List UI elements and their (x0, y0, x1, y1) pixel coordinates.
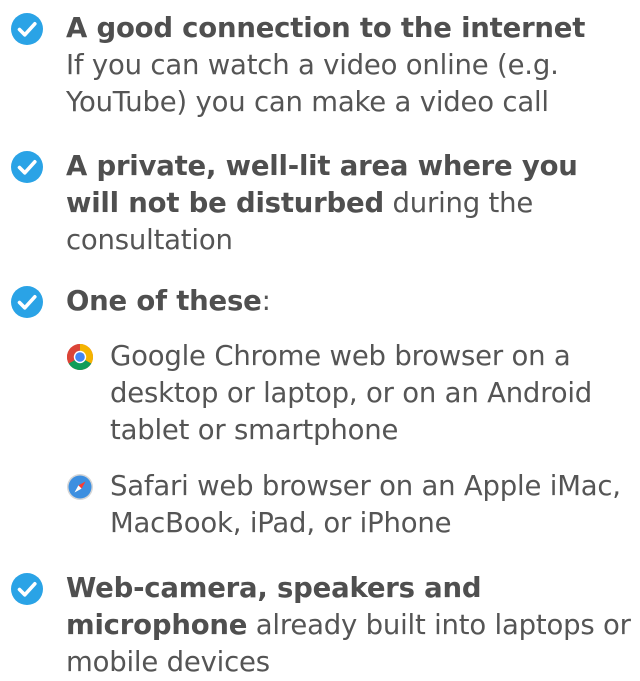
requirement-text: Web-camera, speakers and microphone alre… (66, 570, 638, 681)
checkmark-circle-icon (10, 285, 44, 319)
requirement-text: A private, well-lit area where you will … (66, 148, 638, 259)
requirement-detail: If you can watch a video online (e.g. Yo… (66, 49, 559, 118)
chrome-icon (66, 343, 94, 371)
safari-icon (66, 473, 94, 501)
checkmark-circle-icon (10, 572, 44, 606)
requirement-text: A good connection to the internet If you… (66, 10, 638, 121)
requirement-heading: One of these (66, 285, 262, 317)
browser-option-text: Google Chrome web browser on a desktop o… (110, 340, 593, 446)
requirement-heading: A good connection to the internet (66, 12, 586, 44)
checkmark-circle-icon (10, 12, 44, 46)
requirement-detail: : (261, 285, 271, 317)
requirement-text: One of these: (66, 283, 638, 320)
checkmark-circle-icon (10, 150, 44, 184)
browser-option-text: Safari web browser on an Apple iMac, Mac… (110, 470, 621, 539)
